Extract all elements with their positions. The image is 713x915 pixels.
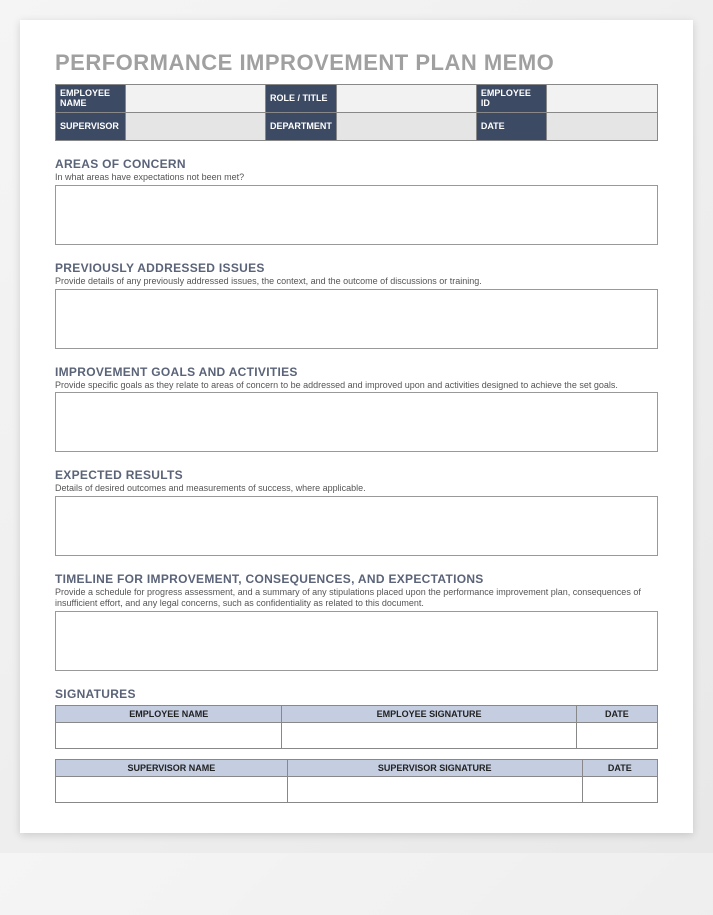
previous-heading: PREVIOUSLY ADDRESSED ISSUES: [55, 261, 658, 275]
timeline-heading: TIMELINE FOR IMPROVEMENT, CONSEQUENCES, …: [55, 572, 658, 586]
sup-date-header: DATE: [582, 759, 657, 776]
goals-textbox[interactable]: [55, 392, 658, 452]
results-heading: EXPECTED RESULTS: [55, 468, 658, 482]
employee-name-label: EMPLOYEE NAME: [56, 85, 126, 113]
previous-textbox[interactable]: [55, 289, 658, 349]
date-field[interactable]: [546, 113, 657, 141]
concern-heading: AREAS OF CONCERN: [55, 157, 658, 171]
previous-sub: Provide details of any previously addres…: [55, 276, 658, 287]
sup-name-cell[interactable]: [56, 776, 288, 802]
section-concern: AREAS OF CONCERN In what areas have expe…: [55, 157, 658, 245]
timeline-textbox[interactable]: [55, 611, 658, 671]
role-label: ROLE / TITLE: [266, 85, 337, 113]
section-goals: IMPROVEMENT GOALS AND ACTIVITIES Provide…: [55, 365, 658, 453]
employee-id-field[interactable]: [546, 85, 657, 113]
goals-sub: Provide specific goals as they relate to…: [55, 380, 658, 391]
concern-textbox[interactable]: [55, 185, 658, 245]
supervisor-label: SUPERVISOR: [56, 113, 126, 141]
results-textbox[interactable]: [55, 496, 658, 556]
document-page: PERFORMANCE IMPROVEMENT PLAN MEMO EMPLOY…: [20, 20, 693, 833]
section-timeline: TIMELINE FOR IMPROVEMENT, CONSEQUENCES, …: [55, 572, 658, 671]
emp-sig-cell[interactable]: [282, 722, 576, 748]
supervisor-field[interactable]: [126, 113, 266, 141]
supervisor-signature-table: SUPERVISOR NAME SUPERVISOR SIGNATURE DAT…: [55, 759, 658, 803]
header-table: EMPLOYEE NAME ROLE / TITLE EMPLOYEE ID S…: [55, 84, 658, 141]
department-field[interactable]: [336, 113, 476, 141]
emp-name-cell[interactable]: [56, 722, 282, 748]
sup-date-cell[interactable]: [582, 776, 657, 802]
employee-signature-table: EMPLOYEE NAME EMPLOYEE SIGNATURE DATE: [55, 705, 658, 749]
section-signatures: SIGNATURES EMPLOYEE NAME EMPLOYEE SIGNAT…: [55, 687, 658, 803]
employee-name-field[interactable]: [126, 85, 266, 113]
section-previous: PREVIOUSLY ADDRESSED ISSUES Provide deta…: [55, 261, 658, 349]
sup-sig-header: SUPERVISOR SIGNATURE: [287, 759, 582, 776]
emp-sig-header: EMPLOYEE SIGNATURE: [282, 705, 576, 722]
role-field[interactable]: [336, 85, 476, 113]
department-label: DEPARTMENT: [266, 113, 337, 141]
emp-date-cell[interactable]: [576, 722, 657, 748]
concern-sub: In what areas have expectations not been…: [55, 172, 658, 183]
sup-sig-cell[interactable]: [287, 776, 582, 802]
date-label: DATE: [476, 113, 546, 141]
employee-id-label: EMPLOYEE ID: [476, 85, 546, 113]
signatures-heading: SIGNATURES: [55, 687, 658, 701]
goals-heading: IMPROVEMENT GOALS AND ACTIVITIES: [55, 365, 658, 379]
timeline-sub: Provide a schedule for progress assessme…: [55, 587, 658, 609]
page-title: PERFORMANCE IMPROVEMENT PLAN MEMO: [55, 50, 658, 76]
emp-date-header: DATE: [576, 705, 657, 722]
sup-name-header: SUPERVISOR NAME: [56, 759, 288, 776]
emp-name-header: EMPLOYEE NAME: [56, 705, 282, 722]
section-results: EXPECTED RESULTS Details of desired outc…: [55, 468, 658, 556]
results-sub: Details of desired outcomes and measurem…: [55, 483, 658, 494]
